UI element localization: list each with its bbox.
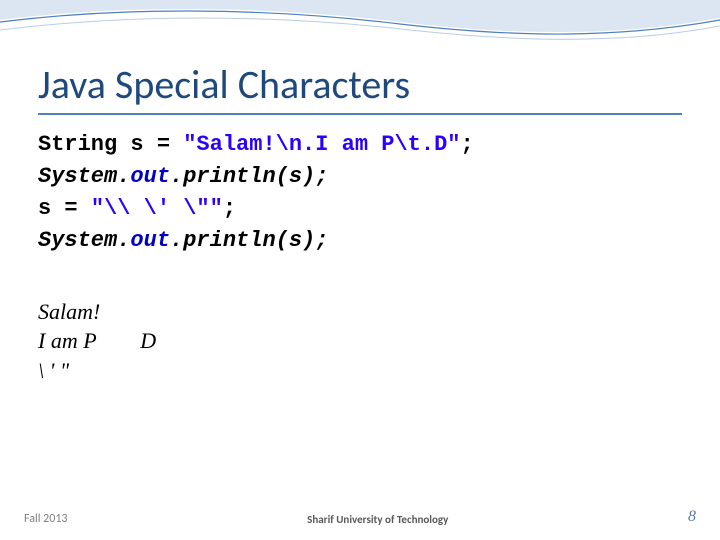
string-literal: "\\ \' \"" (91, 196, 223, 221)
code-line-2: System.out.println(s); (38, 161, 682, 193)
code-text: System. (38, 164, 130, 189)
static-field: out (130, 228, 170, 253)
slide-footer: Fall 2013 Sharif University of Technolog… (24, 508, 696, 526)
code-line-1: String s = "Salam!\n.I am P\t.D"; (38, 129, 682, 161)
output-block: Salam! I am P D \ ' " (38, 297, 682, 386)
code-text: ; (460, 132, 473, 157)
code-text: String s = (38, 132, 183, 157)
slide-content: Java Special Characters String s = "Sala… (38, 60, 682, 386)
slide-number: 8 (688, 508, 696, 526)
code-text: ; (223, 196, 236, 221)
code-text: .println(s); (170, 228, 328, 253)
code-text: .println(s); (170, 164, 328, 189)
code-line-4: System.out.println(s); (38, 225, 682, 257)
code-line-3: s = "\\ \' \""; (38, 193, 682, 225)
code-block: String s = "Salam!\n.I am P\t.D"; System… (38, 129, 682, 257)
string-literal: "Salam!\n.I am P\t.D" (183, 132, 460, 157)
footer-center: Sharif University of Technology (307, 513, 448, 526)
output-line-1: Salam! (38, 297, 682, 327)
code-text: System. (38, 228, 130, 253)
decorative-top-wave (0, 0, 720, 60)
output-line-3: \ ' " (38, 356, 682, 386)
code-text: s = (38, 196, 91, 221)
title-underline (38, 113, 682, 115)
slide-title: Java Special Characters (38, 60, 682, 109)
footer-left: Fall 2013 (24, 512, 68, 526)
static-field: out (130, 164, 170, 189)
output-line-2: I am P D (38, 326, 682, 356)
